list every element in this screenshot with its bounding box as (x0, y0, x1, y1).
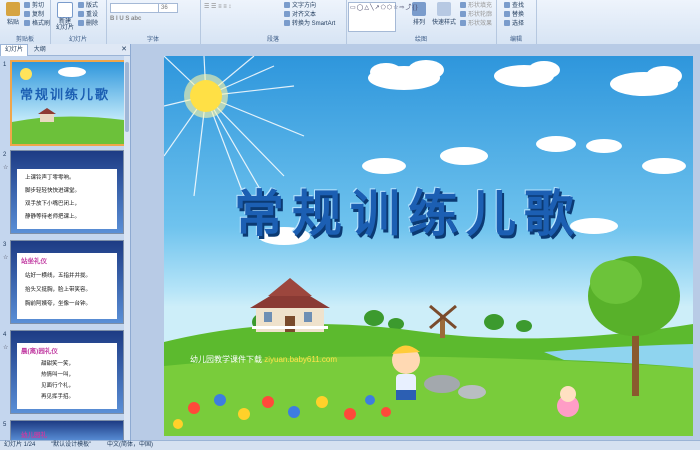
thumbnail-text-line: 静静等待老师把课上。 (25, 214, 81, 220)
editing-group: 查找 替换 选择 编辑 (496, 0, 537, 44)
smartart-icon (284, 20, 290, 26)
thumbnail-text-line: 热情叫一叫， (41, 372, 75, 378)
scrollbar-thumb[interactable] (125, 62, 129, 132)
thumbnail-text-line: 站好一横线，五指并并拢。 (25, 273, 92, 279)
quick-styles-icon (437, 2, 451, 16)
new-slide-icon (57, 2, 73, 18)
thumbnail-heading: 幼儿园礼 (21, 432, 47, 439)
replace-button[interactable]: 替换 (504, 11, 524, 19)
font-style-buttons[interactable]: B I U S abc (110, 15, 141, 23)
shapes-gallery[interactable]: ▭◯△╲↗⬠⬡☆⇨⤴{} (348, 2, 418, 32)
copy-icon (24, 11, 30, 17)
thumbnail-text-line: 上课铃声丁零零响。 (25, 175, 75, 181)
shape-outline-button[interactable]: 形状轮廓 (460, 11, 492, 19)
replace-icon (504, 11, 510, 17)
slide-canvas[interactable]: 常规训练儿歌 幼儿园教学课件下载 ziyuan.baby611.com (164, 56, 693, 436)
slide-background-art (164, 56, 693, 436)
new-slide-button[interactable]: 新建 幻灯片 (54, 2, 76, 31)
slides-group: 新建 幻灯片 版式 重设 删除 幻灯片 (50, 0, 107, 44)
align-text-button[interactable]: 对齐文本 (284, 11, 316, 19)
slide-editing-area: 常规训练儿歌 幼儿园教学课件下载 ziyuan.baby611.com (131, 44, 700, 440)
slide-thumbnail-1[interactable]: 常规训练儿歌 (10, 60, 126, 146)
layout-button[interactable]: 版式 (78, 2, 98, 10)
thumbnail-text-line: 再见挥手招。 (41, 394, 75, 400)
slide-caption: 幼儿园教学课件下载 ziyuan.baby611.com (190, 354, 337, 365)
slide-thumbnail-2[interactable]: 上课铃声丁零零响。 脚步轻轻快快进课堂。 双手放下小嘴巴闭上， 静静等待老师把课… (10, 150, 124, 234)
paint-bucket-icon (460, 2, 466, 8)
cursor-icon (504, 20, 510, 26)
font-size-box[interactable]: 36 (158, 3, 178, 13)
thumbnail-text-line: 甜甜笑一笑， (41, 361, 75, 367)
select-button[interactable]: 选择 (504, 20, 524, 28)
language-indicator[interactable]: 中文(简体，中国) (107, 442, 153, 448)
binoculars-icon (504, 2, 510, 8)
caption-url: ziyuan.baby611.com (264, 355, 338, 364)
layout-icon (78, 2, 84, 8)
paragraph-list-buttons[interactable]: ☰ ☰ ≡ ≡ ↕ (204, 3, 231, 11)
drawing-group-label: 绘图 (414, 37, 427, 43)
cut-button[interactable]: 剪切 (24, 2, 44, 10)
thumbnail-number: 5 (3, 422, 7, 428)
thumbnail-scrollbar[interactable] (124, 56, 130, 440)
tab-outline[interactable]: 大纲 (30, 45, 50, 56)
thumbnail-number: 4 (3, 332, 7, 338)
text-direction-button[interactable]: 文字方向 (284, 2, 316, 10)
font-name-box[interactable] (110, 3, 160, 13)
font-group-label: 字体 (146, 37, 159, 43)
tab-slides[interactable]: 幻灯片 (0, 44, 29, 56)
slide-count: 幻灯片 1/24 (4, 442, 36, 448)
thumbnail-text-line: 见面行个礼， (41, 383, 75, 389)
format-painter-button[interactable]: 格式刷 (24, 20, 50, 28)
find-button[interactable]: 查找 (504, 2, 524, 10)
clipboard-group: 粘贴 剪切 复制 格式刷 剪贴板 (0, 0, 51, 44)
paste-icon (6, 2, 20, 16)
thumbnail-number: 1 (3, 62, 7, 68)
clipboard-group-label: 剪贴板 (15, 37, 34, 43)
slide-thumbnail-5[interactable]: 幼儿园礼 (10, 420, 124, 442)
slides-pane: 幻灯片 大纲 ✕ 1 常规训练儿歌 2 ☆ 上课铃声丁零零响。 脚步轻轻快快进课… (0, 44, 131, 442)
paragraph-group-label: 段落 (266, 37, 279, 43)
reset-button[interactable]: 重设 (78, 11, 98, 19)
paste-button[interactable]: 粘贴 (2, 2, 24, 30)
editing-group-label: 编辑 (509, 37, 522, 43)
smartart-button[interactable]: 转换为 SmartArt (284, 20, 335, 28)
shape-effects-button[interactable]: 形状效果 (460, 20, 492, 28)
effects-icon (460, 20, 466, 26)
slides-group-label: 幻灯片 (68, 37, 87, 43)
font-group: 36 B I U S abc 字体 (106, 0, 201, 44)
thumbnail-title: 常规训练儿歌 (20, 88, 111, 103)
shape-fill-button[interactable]: 形状填充 (460, 2, 492, 10)
thumbnail-number: 2 (3, 152, 7, 158)
reset-icon (78, 11, 84, 17)
delete-button[interactable]: 删除 (78, 20, 98, 28)
delete-icon (78, 20, 84, 26)
pen-icon (460, 11, 466, 17)
align-text-icon (284, 11, 290, 17)
paragraph-group: ☰ ☰ ≡ ≡ ↕ 文字方向 对齐文本 转换为 SmartArt 段落 (200, 0, 347, 44)
scissors-icon (24, 2, 30, 8)
thumbnail-text-line: 抬头又挺胸，脸上带笑容。 (25, 287, 92, 293)
animation-star-icon: ☆ (3, 255, 9, 261)
quick-styles-button[interactable]: 快速样式 (432, 2, 456, 30)
slide-thumbnail-image (12, 62, 124, 144)
animation-star-icon: ☆ (3, 345, 9, 351)
ribbon: 粘贴 剪切 复制 格式刷 剪贴板 新建 幻灯片 版式 重设 删除 幻灯片 36 … (0, 0, 700, 45)
thumbnail-text-line: 胸前阿姨夸，坐像一台钟。 (25, 301, 92, 307)
close-icon[interactable]: ✕ (121, 45, 127, 53)
slide-thumbnail-3[interactable]: 站坐礼仪 站好一横线，五指并并拢。 抬头又挺胸，脸上带笑容。 胸前阿姨夸，坐像一… (10, 240, 124, 324)
thumbnail-heading: 站坐礼仪 (21, 258, 47, 265)
thumbnail-heading: 晨(离)园礼仪 (21, 348, 58, 355)
caption-text: 幼儿园教学课件下载 (190, 355, 262, 364)
animation-star-icon: ☆ (3, 165, 9, 171)
thumbnail-number: 3 (3, 242, 7, 248)
thumbnail-text-line: 双手放下小嘴巴闭上， (25, 201, 81, 207)
thumbnail-text-line: 脚步轻轻快快进课堂。 (25, 188, 81, 194)
text-direction-icon (284, 2, 290, 8)
copy-button[interactable]: 复制 (24, 11, 44, 19)
slide-thumbnail-4[interactable]: 晨(离)园礼仪 甜甜笑一笑， 热情叫一叫， 见面行个礼， 再见挥手招。 (10, 330, 124, 414)
slide-title[interactable]: 常规训练儿歌 (234, 174, 582, 246)
brush-icon (24, 20, 30, 26)
theme-name: "默认设计模板" (51, 442, 92, 448)
pane-tabs: 幻灯片 大纲 ✕ (0, 44, 130, 56)
